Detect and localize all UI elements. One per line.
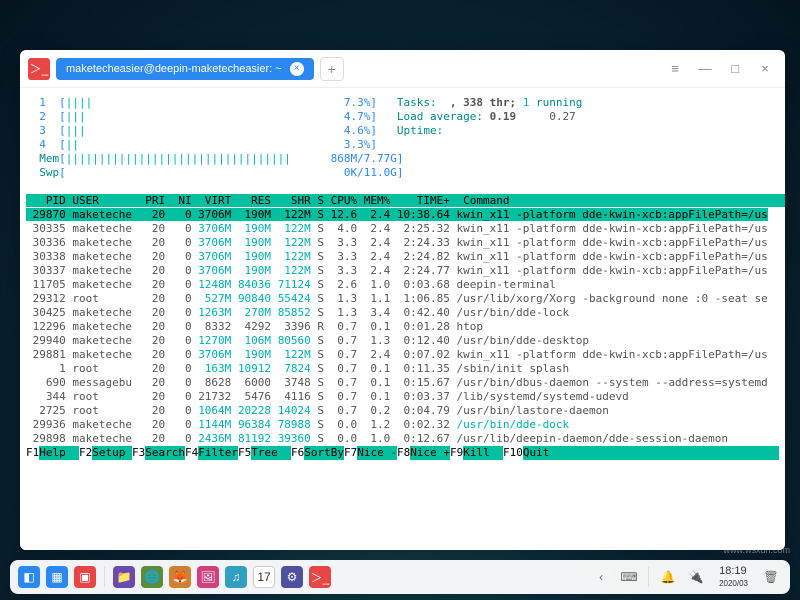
tab-title: maketecheasier@deepin-maketecheasier: ~ <box>66 63 282 75</box>
terminal-content[interactable]: 1 [|||| 7.3%] Tasks: , 338 thr; 1 runnin… <box>20 88 785 550</box>
titlebar: ＞_ maketecheasier@deepin-maketecheasier:… <box>20 50 785 88</box>
tab-active[interactable]: maketecheasier@deepin-maketecheasier: ~ … <box>56 58 314 80</box>
trash-icon[interactable]: 🗑 <box>760 566 782 588</box>
terminal-icon[interactable]: ＞_ <box>309 566 331 588</box>
terminal-window: ＞_ maketecheasier@deepin-maketecheasier:… <box>20 50 785 550</box>
close-button[interactable]: × <box>753 57 777 81</box>
maximize-button[interactable]: □ <box>723 57 747 81</box>
image-icon[interactable]: 🖼 <box>197 566 219 588</box>
taskbar: ◧ ▦ ▣ 📁 🌐 🦊 🖼 ♫ 17 ⚙ ＞_ ‹ ⌨ 🔔 🔌 18:19202… <box>10 560 790 594</box>
multitask-icon[interactable]: ▦ <box>46 566 68 588</box>
menu-button[interactable]: ≡ <box>663 57 687 81</box>
minimize-button[interactable]: — <box>693 57 717 81</box>
files-icon[interactable]: 📁 <box>113 566 135 588</box>
add-tab-button[interactable]: + <box>320 57 344 81</box>
tray-chevron-icon[interactable]: ‹ <box>590 566 612 588</box>
app-icon: ＞_ <box>28 58 50 80</box>
notification-icon[interactable]: 🔔 <box>657 566 679 588</box>
settings-icon[interactable]: ⚙ <box>281 566 303 588</box>
power-icon[interactable]: 🔌 <box>685 566 707 588</box>
watermark: www.wsxdn.com <box>723 545 790 555</box>
music-icon[interactable]: ♫ <box>225 566 247 588</box>
browser-icon[interactable]: 🌐 <box>141 566 163 588</box>
tab-close-icon[interactable]: × <box>290 62 304 76</box>
launcher-icon[interactable]: ◧ <box>18 566 40 588</box>
calendar-icon[interactable]: 17 <box>253 566 275 588</box>
clock[interactable]: 18:192020/03 <box>713 565 754 589</box>
keyboard-icon[interactable]: ⌨ <box>618 566 640 588</box>
appstore-icon[interactable]: ▣ <box>74 566 96 588</box>
firefox-icon[interactable]: 🦊 <box>169 566 191 588</box>
